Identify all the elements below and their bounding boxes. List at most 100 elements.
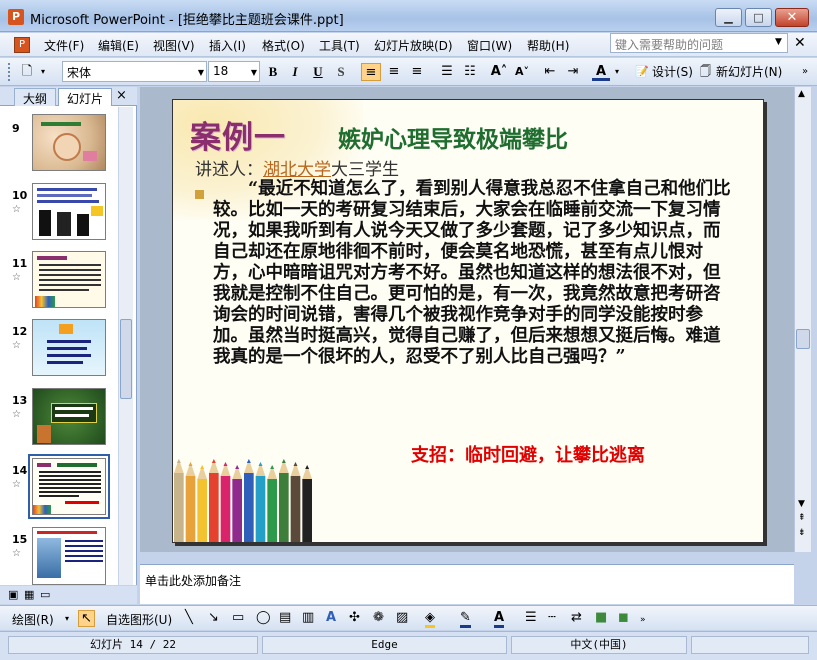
slide-thumbnail-15[interactable] xyxy=(32,527,106,585)
pencil-body xyxy=(185,476,196,542)
select-pointer-icon[interactable]: ↖ xyxy=(78,610,95,627)
line-icon[interactable]: ╲ xyxy=(185,610,193,625)
rectangle-icon[interactable]: ▭ xyxy=(232,610,244,625)
menu-file[interactable]: 文件(F) xyxy=(44,37,84,54)
slide-main-title[interactable]: 嫉妒心理导致极端攀比 xyxy=(338,120,568,154)
underline-button[interactable]: U xyxy=(309,63,327,81)
presenter-link[interactable]: 湖北大学 xyxy=(263,160,331,180)
decrease-indent-icon[interactable]: ⇤ xyxy=(540,63,560,81)
align-right-icon[interactable]: ≡ xyxy=(407,63,427,81)
slide-sorter-view-icon[interactable]: ▦ xyxy=(24,588,34,601)
slideshow-view-icon[interactable]: ▭ xyxy=(40,588,50,601)
font-color-draw-icon[interactable]: A xyxy=(494,610,505,628)
slide-scrollbar[interactable]: ▲ ▼ ⇞ ⇟ xyxy=(794,87,811,552)
shadow-style-icon[interactable]: ■ xyxy=(595,610,607,625)
maximize-button[interactable]: □ xyxy=(745,8,772,27)
design-button[interactable]: 设计(S) xyxy=(652,63,693,80)
powerpoint-app-icon[interactable]: P xyxy=(8,9,24,25)
slide-body-text[interactable]: “最近不知道怎么了，看到别人得意我总忍不住拿自己和他们比较。比如一天的考研复习结… xyxy=(213,179,731,368)
panel-close-icon[interactable]: × xyxy=(116,88,127,103)
slide-thumbnail-13[interactable] xyxy=(32,388,106,445)
dash-style-icon[interactable]: ┄ xyxy=(548,610,556,625)
picture-icon[interactable]: ▨ xyxy=(396,610,408,625)
arrow-icon[interactable]: ↘ xyxy=(208,610,219,625)
thumb-number-11: 11 xyxy=(12,257,28,270)
menu-slideshow[interactable]: 幻灯片放映(D) xyxy=(374,37,453,54)
increase-font-icon[interactable]: A˄ xyxy=(489,63,509,81)
design-icon: 📝 xyxy=(635,65,649,78)
font-name-select[interactable]: 宋体 ▼ xyxy=(62,61,207,82)
slide-thumbnail-12[interactable] xyxy=(32,319,106,376)
menu-view[interactable]: 视图(V) xyxy=(153,37,195,54)
notes-pane[interactable]: 单击此处添加备注 xyxy=(140,564,794,604)
bullets-icon[interactable]: ☷ xyxy=(460,63,480,81)
italic-button[interactable]: I xyxy=(286,63,304,81)
align-left-icon[interactable]: ≡ xyxy=(361,63,381,81)
help-dropdown-icon[interactable]: ▼ xyxy=(775,37,782,47)
line-style-icon[interactable]: ☰ xyxy=(525,610,537,625)
autoshapes-button[interactable]: 自选图形(U) xyxy=(106,611,172,628)
clipart-icon[interactable]: ❁ xyxy=(373,610,384,625)
fill-color-icon[interactable]: ◈ xyxy=(425,610,435,628)
close-button[interactable]: ✕ xyxy=(775,8,809,27)
shadow-button[interactable]: S xyxy=(332,63,350,81)
menu-insert[interactable]: 插入(I) xyxy=(209,37,246,54)
decrease-font-icon[interactable]: A˅ xyxy=(512,63,532,81)
new-slide-button[interactable]: 新幻灯片(N) xyxy=(716,63,782,80)
animation-star-icon: ☆ xyxy=(12,272,21,283)
scroll-up-icon[interactable]: ▲ xyxy=(798,89,805,99)
slide-strategy-text[interactable]: 支招：临时回避，让攀比逃离 xyxy=(411,441,645,467)
slide-thumbnails: 9 10 ☆ 11 ☆ 12 ☆ 13 ☆ 14 ☆ 15 ☆ xyxy=(0,107,118,585)
tab-slides[interactable]: 幻灯片 xyxy=(58,88,113,106)
previous-slide-icon[interactable]: ⇞ xyxy=(798,513,806,523)
thumbnail-scrollbar[interactable] xyxy=(118,107,133,585)
draw-menu-button[interactable]: 绘图(R) xyxy=(12,611,54,628)
current-slide[interactable]: 案例一 嫉妒心理导致极端攀比 讲述人：湖北大学大三学生 “最近不知道怎么了，看到… xyxy=(172,99,764,543)
menu-help[interactable]: 帮助(H) xyxy=(527,37,569,54)
tab-outline[interactable]: 大纲 xyxy=(14,88,57,106)
document-icon[interactable]: P xyxy=(14,37,30,53)
slide-case-title[interactable]: 案例一 xyxy=(190,112,286,157)
line-color-icon[interactable]: ✎ xyxy=(460,610,471,628)
numbering-icon[interactable]: ☰ xyxy=(437,63,457,81)
bold-button[interactable]: B xyxy=(264,63,282,81)
menu-tools[interactable]: 工具(T) xyxy=(319,37,360,54)
title-bar: P Microsoft PowerPoint - [拒绝攀比主题班会课件.ppt… xyxy=(0,0,817,32)
font-color-dropdown-icon[interactable]: ▾ xyxy=(612,63,622,81)
slide-thumbnail-11[interactable] xyxy=(32,251,106,308)
font-size-select[interactable]: 18 ▼ xyxy=(208,61,260,82)
drawbar-overflow-icon[interactable]: » xyxy=(640,615,646,625)
scroll-down-icon[interactable]: ▼ xyxy=(798,499,805,509)
thumbnail-scroll-thumb[interactable] xyxy=(120,319,132,399)
vertical-textbox-icon[interactable]: ▥ xyxy=(302,610,314,625)
help-search-input[interactable]: 键入需要帮助的问题 xyxy=(610,33,788,53)
new-document-icon[interactable]: 🗋 xyxy=(18,63,36,81)
diagram-icon[interactable]: ✣ xyxy=(349,610,360,625)
close-document-icon[interactable]: ✕ xyxy=(794,35,806,51)
slide-scroll-thumb[interactable] xyxy=(796,329,810,349)
slide-presenter[interactable]: 讲述人：湖北大学大三学生 xyxy=(195,155,399,180)
toolbar-grip[interactable] xyxy=(8,63,11,81)
toolbar-options-icon[interactable]: ▾ xyxy=(38,63,48,81)
align-center-icon[interactable]: ≡ xyxy=(384,63,404,81)
font-color-icon[interactable]: A xyxy=(592,63,610,81)
minimize-button[interactable]: ▁ xyxy=(715,8,742,27)
arrow-style-icon[interactable]: ⇄ xyxy=(571,610,582,625)
pencil-body xyxy=(279,473,289,542)
slide-thumbnail-9[interactable] xyxy=(32,114,106,171)
pencil-body xyxy=(244,473,254,542)
toolbar-overflow-icon[interactable]: » xyxy=(802,66,808,77)
textbox-icon[interactable]: ▤ xyxy=(279,610,291,625)
slide-thumbnail-10[interactable] xyxy=(32,183,106,240)
3d-style-icon[interactable]: ◼ xyxy=(618,610,629,625)
next-slide-icon[interactable]: ⇟ xyxy=(798,528,806,538)
increase-indent-icon[interactable]: ⇥ xyxy=(563,63,583,81)
menu-edit[interactable]: 编辑(E) xyxy=(98,37,139,54)
draw-dropdown-icon[interactable]: ▾ xyxy=(65,614,69,623)
menu-window[interactable]: 窗口(W) xyxy=(467,37,512,54)
wordart-icon[interactable]: A xyxy=(326,610,336,625)
oval-icon[interactable]: ◯ xyxy=(256,610,271,625)
normal-view-icon[interactable]: ▣ xyxy=(8,588,18,601)
slide-thumbnail-14[interactable] xyxy=(28,454,110,519)
menu-format[interactable]: 格式(O) xyxy=(262,37,305,54)
